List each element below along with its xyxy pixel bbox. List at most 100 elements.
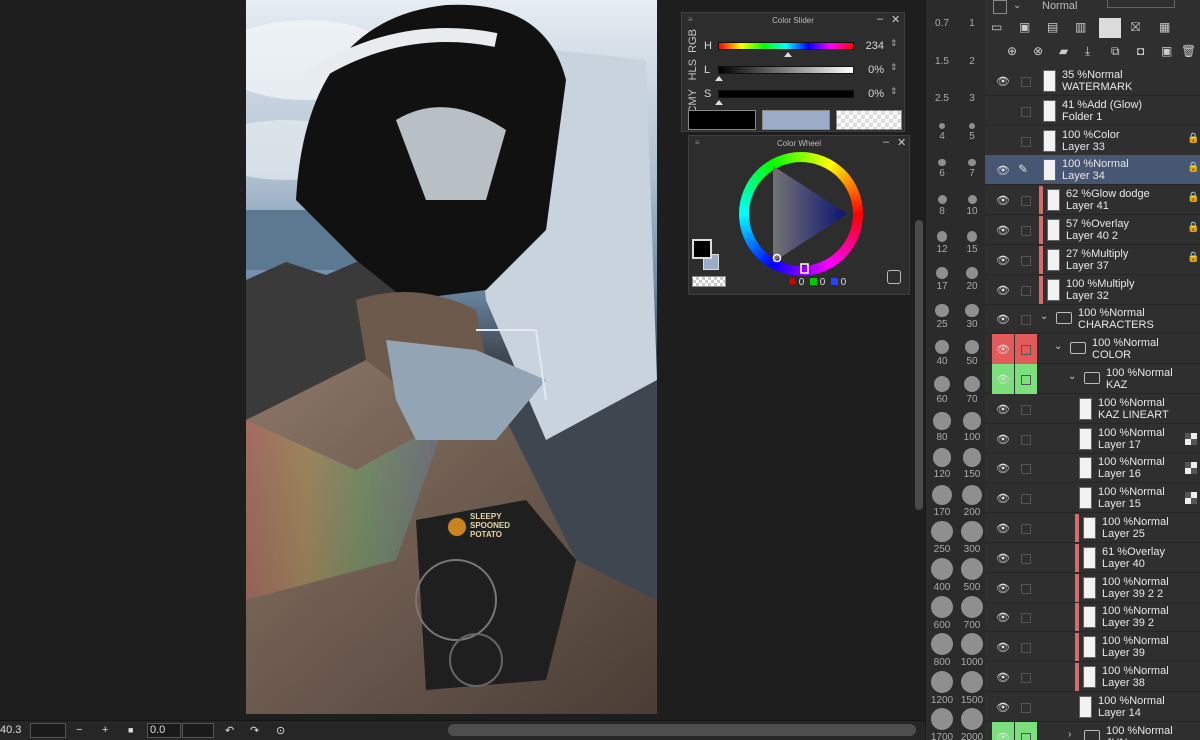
brush-size-dot-icon[interactable]: [961, 558, 983, 580]
main-color-chip[interactable]: [692, 239, 712, 259]
transparent-color-swatch[interactable]: [836, 110, 902, 130]
brush-size-label[interactable]: 0.7: [927, 18, 957, 29]
brush-size-dot-icon[interactable]: [934, 339, 950, 355]
brush-size-label[interactable]: 200: [957, 507, 987, 518]
brush-size-dot-icon[interactable]: [964, 339, 980, 355]
chevron-down-icon[interactable]: ⌄: [1068, 371, 1076, 382]
close-icon[interactable]: ✕: [897, 136, 906, 149]
minimize-icon[interactable]: –: [877, 13, 883, 25]
chevron-down-icon[interactable]: ⌄: [1040, 311, 1048, 322]
layer-lock-checkbox[interactable]: [1021, 226, 1031, 236]
main-color-swatch[interactable]: [688, 110, 756, 130]
new-folder-icon[interactable]: ▰: [1059, 44, 1068, 58]
brush-size-label[interactable]: 500: [957, 582, 987, 593]
brush-size-dot-icon[interactable]: [937, 195, 947, 204]
visibility-eye-icon[interactable]: 👁: [996, 224, 1010, 237]
fit-view-button[interactable]: ■: [128, 725, 133, 735]
brush-size-dot-icon[interactable]: [931, 520, 953, 543]
layer-lock-checkbox[interactable]: [1021, 375, 1031, 385]
layer-lock-checkbox[interactable]: [1021, 106, 1031, 117]
layer-row[interactable]: 👁 100 %Normal Layer 17: [985, 424, 1200, 454]
layer-lock-checkbox[interactable]: [1021, 345, 1031, 356]
brush-size-label[interactable]: 12: [927, 244, 957, 255]
visibility-eye-icon[interactable]: 👁: [996, 522, 1010, 535]
layer-row[interactable]: 👁 100 %Multiply Layer 32: [985, 275, 1200, 305]
chevron-down-icon[interactable]: ⌄: [1054, 341, 1062, 352]
visibility-eye-icon[interactable]: 👁: [996, 641, 1010, 654]
visibility-eye-icon[interactable]: 👁: [996, 582, 1010, 595]
brush-size-dot-icon[interactable]: [938, 158, 946, 167]
brush-size-label[interactable]: 120: [927, 469, 957, 480]
brush-size-label[interactable]: 1200: [927, 695, 957, 706]
opacity-slider[interactable]: [1107, 0, 1175, 8]
visibility-eye-icon[interactable]: 👁: [996, 313, 1010, 326]
brush-size-dot-icon[interactable]: [932, 448, 952, 468]
layer-lock-checkbox[interactable]: [1021, 196, 1031, 207]
layer-row[interactable]: 👁 ⌄ 100 %Normal COLOR: [985, 334, 1200, 365]
draft-icon[interactable]: ▤: [1047, 20, 1058, 34]
brush-size-label[interactable]: 250: [927, 544, 957, 555]
delete-layer-icon[interactable]: 🗑: [1181, 44, 1196, 58]
brush-size-dot-icon[interactable]: [961, 633, 983, 656]
brush-size-label[interactable]: 5: [957, 131, 987, 142]
layer-lock-checkbox[interactable]: [1021, 643, 1031, 654]
layer-lock-checkbox[interactable]: [1021, 77, 1031, 87]
layer-lock-checkbox[interactable]: [1021, 494, 1031, 505]
saturation-triangle[interactable]: [739, 152, 863, 276]
layer-row[interactable]: 👁 ⌄ 100 %Normal CHARACTERS: [985, 304, 1200, 335]
rotation-field[interactable]: 0.0: [147, 723, 181, 738]
lightness-slider-row[interactable]: L 0% ⇕: [702, 61, 902, 81]
brush-size-label[interactable]: 15: [957, 244, 987, 255]
brush-size-label[interactable]: 3: [957, 93, 987, 104]
layer-lock-checkbox[interactable]: [1021, 553, 1031, 564]
lock-transparency-icon[interactable]: ⛝: [1131, 20, 1140, 35]
hue-slider-handle[interactable]: [784, 52, 792, 57]
visibility-eye-icon[interactable]: 👁: [996, 194, 1010, 207]
brush-size-dot-icon[interactable]: [935, 303, 949, 317]
brush-size-label[interactable]: 80: [927, 432, 957, 443]
brush-size-dot-icon[interactable]: [931, 484, 953, 505]
brush-size-label[interactable]: 10: [957, 206, 987, 217]
tab-rgb[interactable]: RGB: [687, 29, 699, 53]
layer-row[interactable]: 👁 62 %Glow dodge Layer 41 🔒: [985, 185, 1200, 216]
visibility-eye-icon[interactable]: 👁: [996, 254, 1010, 267]
brush-size-label[interactable]: 400: [927, 582, 957, 593]
brush-size-label[interactable]: 17: [927, 281, 957, 292]
mask-add-icon[interactable]: ◘: [1137, 44, 1144, 58]
brush-size-label[interactable]: 1700: [927, 732, 957, 740]
brush-size-dot-icon[interactable]: [931, 558, 953, 580]
layer-row[interactable]: 👁 100 %Normal Layer 16: [985, 453, 1200, 484]
layer-lock-checkbox[interactable]: [1021, 434, 1031, 445]
transfer-down-icon[interactable]: ⤓: [1085, 44, 1090, 59]
saturation-slider-row[interactable]: S 0% ⇕: [702, 85, 902, 105]
brush-size-dot-icon[interactable]: [966, 231, 978, 242]
color-wheel-header[interactable]: ≡ Color Wheel – ✕: [689, 136, 909, 150]
layer-row[interactable]: 👁 100 %Normal Layer 39 2 2: [985, 573, 1200, 603]
brush-size-label[interactable]: 70: [957, 394, 987, 405]
visibility-eye-icon[interactable]: 👁: [996, 552, 1010, 565]
chevron-down-icon[interactable]: ⌄: [1013, 0, 1021, 11]
sub-color-swatch[interactable]: [762, 110, 830, 130]
brush-size-label[interactable]: 1: [957, 18, 987, 29]
transparent-chip[interactable]: [692, 276, 726, 287]
new-vector-layer-icon[interactable]: ⊗: [1033, 44, 1043, 58]
rotation-dropdown[interactable]: [182, 723, 214, 738]
layer-row[interactable]: 👁 100 %Normal Layer 15: [985, 483, 1200, 514]
rotate-left-icon[interactable]: ↶: [225, 724, 234, 737]
ref-layer-icon[interactable]: ▣: [1019, 20, 1030, 34]
brush-size-dot-icon[interactable]: [936, 231, 948, 242]
canvas-area[interactable]: SLEEPY SPOONED POTATO ≡ Color Slider – ✕…: [0, 0, 925, 720]
lightness-slider-handle[interactable]: [715, 76, 723, 81]
zoom-out-button[interactable]: −: [76, 724, 82, 736]
hue-ring[interactable]: [739, 152, 863, 276]
brush-size-dot-icon[interactable]: [968, 158, 976, 167]
brush-size-label[interactable]: 25: [927, 319, 957, 330]
brush-size-dot-icon[interactable]: [961, 484, 983, 505]
brush-size-label[interactable]: 2000: [957, 732, 987, 740]
layer-row[interactable]: 👁 27 %Multiply Layer 37 🔒: [985, 245, 1200, 275]
layer-lock-checkbox[interactable]: [1021, 255, 1031, 266]
brush-size-dot-icon[interactable]: [961, 520, 983, 543]
layer-row[interactable]: 👁 57 %Overlay Layer 40 2 🔒: [985, 215, 1200, 245]
saturation-value[interactable]: 0%: [858, 88, 884, 100]
artwork-image[interactable]: SLEEPY SPOONED POTATO: [246, 0, 657, 714]
